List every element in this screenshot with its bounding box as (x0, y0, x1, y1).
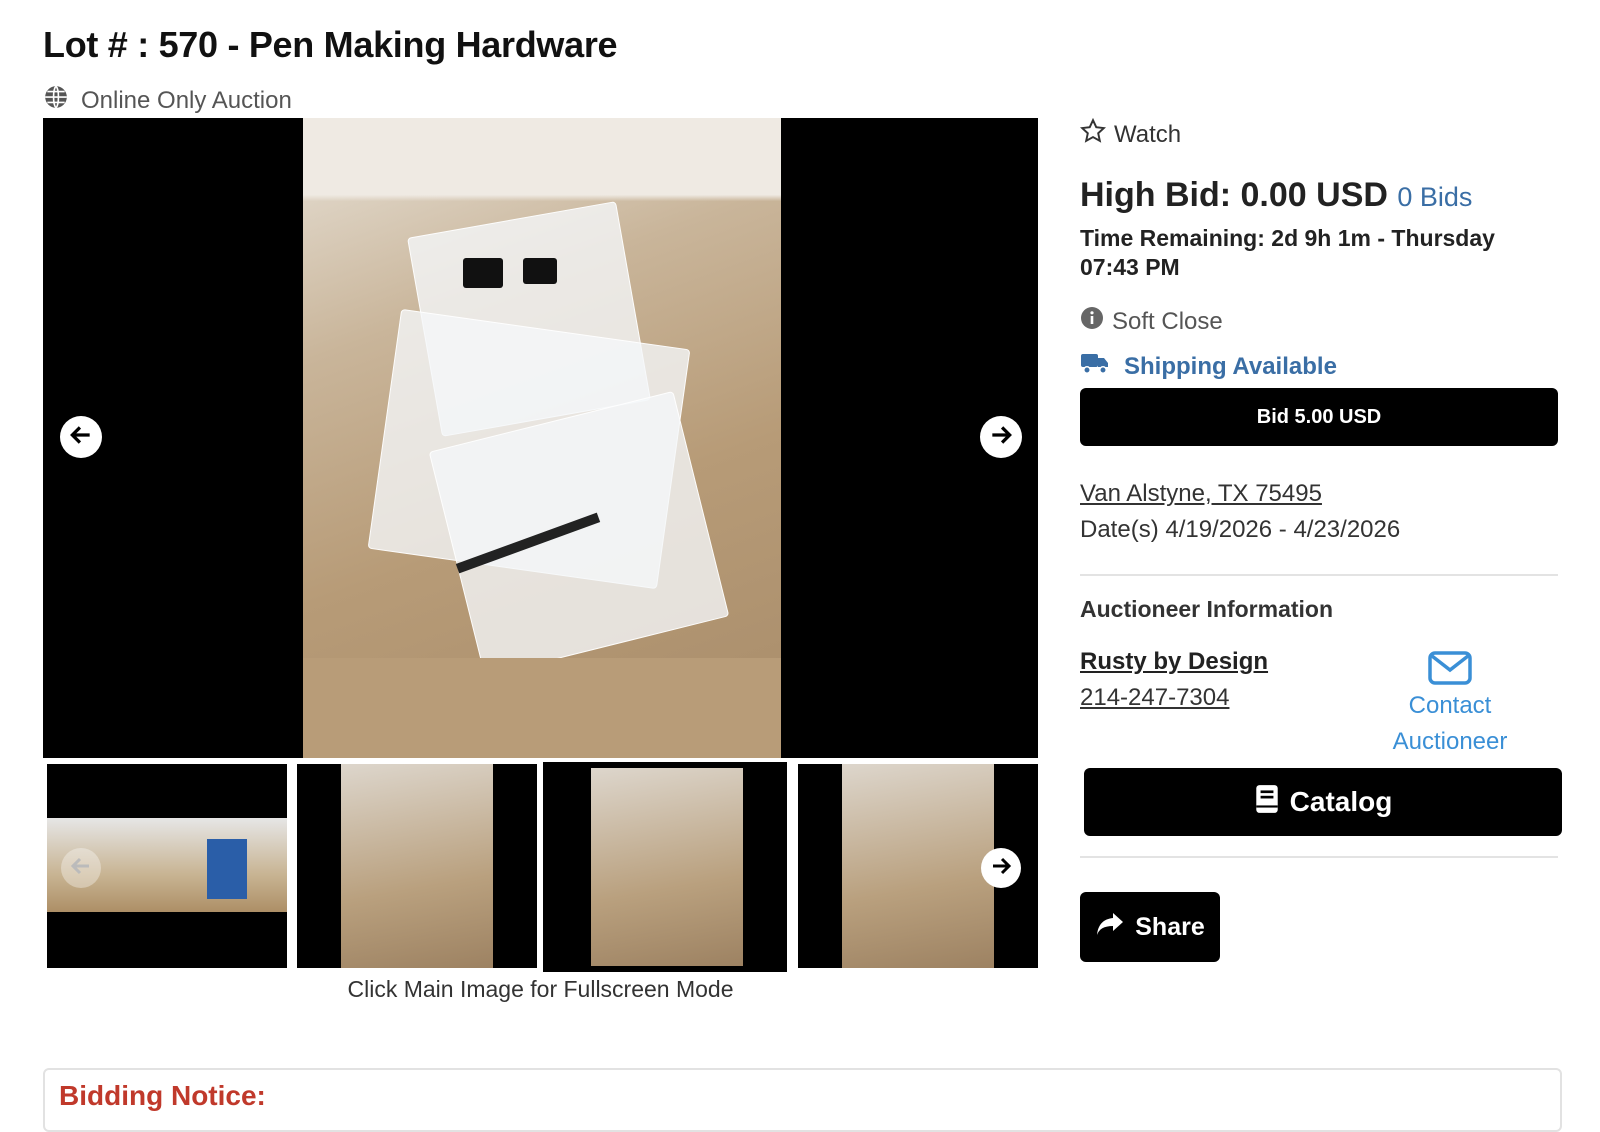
info-icon (1080, 306, 1104, 337)
share-icon (1095, 911, 1125, 944)
watch-button[interactable]: Watch (1079, 117, 1182, 151)
gallery-caption: Click Main Image for Fullscreen Mode (347, 976, 734, 1002)
arrow-right-icon (988, 422, 1014, 453)
soft-close: Soft Close (1080, 306, 1223, 337)
auction-dates: Date(s) 4/19/2026 - 4/23/2026 (1080, 516, 1401, 543)
page-title: Lot # : 570 - Pen Making Hardware (43, 24, 618, 65)
bidding-notice-heading: Bidding Notice: (59, 1080, 266, 1111)
auctioneer-phone-link[interactable]: 214-247-7304 (1080, 684, 1229, 712)
location-link[interactable]: Van Alstyne, TX 75495 (1080, 480, 1322, 508)
arrow-left-icon (69, 854, 93, 883)
share-button[interactable]: Share (1080, 892, 1220, 962)
thumbnail-selected[interactable] (543, 762, 787, 972)
prev-image-button[interactable] (60, 416, 102, 458)
thumbnail-strip (43, 762, 1038, 972)
auction-type: Online Only Auction (43, 84, 292, 117)
arrow-left-icon (68, 422, 94, 453)
main-image[interactable] (43, 118, 1038, 758)
soft-close-label: Soft Close (1112, 307, 1223, 335)
thumb-next-button[interactable] (981, 848, 1021, 888)
shipping-label: Shipping Available (1124, 352, 1337, 380)
globe-icon (43, 84, 69, 117)
thumb-prev-button[interactable] (61, 848, 101, 888)
divider (1080, 574, 1558, 576)
share-label: Share (1135, 912, 1205, 941)
bid-button[interactable]: Bid 5.00 USD (1080, 388, 1558, 446)
time-remaining: Time Remaining: 2d 9h 1m - Thursday 07:4… (1080, 225, 1495, 280)
contact-auctioneer-button[interactable]: Contact Auctioneer (1380, 648, 1520, 760)
auction-type-label: Online Only Auction (81, 86, 292, 114)
star-icon (1079, 117, 1107, 151)
contact-label: Contact Auctioneer (1392, 692, 1508, 755)
book-icon (1254, 784, 1280, 821)
main-photo (303, 118, 781, 758)
bid-count-link[interactable]: 0 Bids (1397, 182, 1472, 212)
shipping-available: Shipping Available (1080, 350, 1337, 383)
watch-label: Watch (1114, 120, 1182, 148)
divider (1080, 856, 1558, 858)
arrow-right-icon (989, 854, 1013, 883)
catalog-button[interactable]: Catalog (1084, 768, 1562, 836)
auctioneer-heading: Auctioneer Information (1080, 596, 1334, 622)
high-bid-value: High Bid: 0.00 USD (1080, 176, 1388, 214)
high-bid: High Bid: 0.00 USD 0 Bids (1080, 176, 1472, 215)
truck-icon (1080, 350, 1110, 383)
envelope-icon (1380, 648, 1520, 688)
auctioneer-name-link[interactable]: Rusty by Design (1080, 648, 1268, 676)
thumbnail[interactable] (297, 764, 537, 968)
catalog-label: Catalog (1289, 786, 1393, 817)
next-image-button[interactable] (980, 416, 1022, 458)
bidding-notice: Bidding Notice: (43, 1068, 1562, 1132)
